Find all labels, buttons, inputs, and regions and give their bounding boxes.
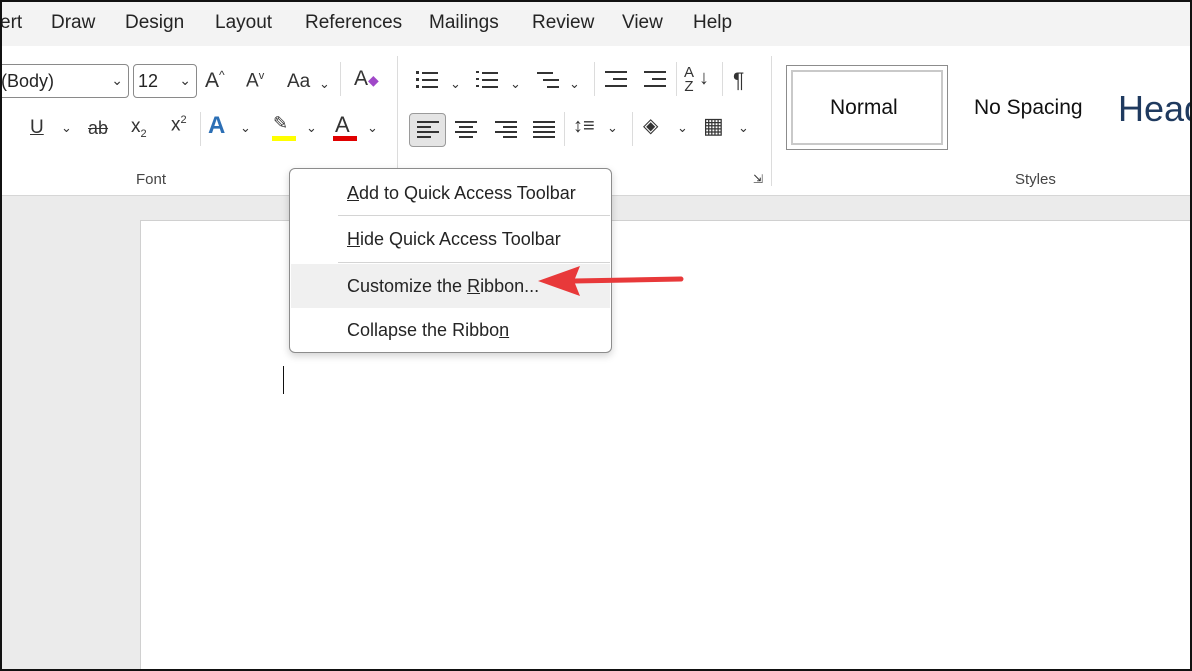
chevron-down-icon[interactable]: ⌄: [510, 76, 521, 92]
menu-item-add-to-quick-access-toolbar[interactable]: Add to Quick Access Toolbar: [291, 171, 610, 215]
sort-arrow-icon: ↓: [699, 67, 709, 89]
menu-item-label: Hide Quick Access Toolbar: [347, 229, 561, 249]
decrease-indent-icon[interactable]: [605, 70, 627, 88]
shading-icon[interactable]: ◈: [643, 116, 658, 136]
font-size-value: 12: [138, 71, 159, 91]
highlight-color-swatch: [272, 136, 296, 141]
paragraph-dialog-launcher-icon[interactable]: ⇲: [753, 173, 763, 185]
text-cursor: [283, 366, 284, 394]
separator: [340, 62, 341, 96]
line-spacing-icon[interactable]: ↕≡: [573, 116, 595, 136]
tab-mailings[interactable]: Mailings: [429, 12, 499, 34]
text-effects-icon[interactable]: A: [208, 114, 225, 138]
separator: [676, 62, 677, 96]
borders-icon[interactable]: ▦: [703, 115, 724, 137]
menu-item-label: Add to Quick Access Toolbar: [347, 183, 576, 203]
tab-review[interactable]: Review: [532, 12, 594, 34]
group-separator: [771, 56, 772, 186]
numbering-icon[interactable]: [476, 70, 498, 88]
styles-group-label: Styles: [1015, 171, 1056, 188]
align-center-icon[interactable]: [455, 121, 477, 139]
menu-item-label: Collapse the Ribbon: [347, 320, 510, 340]
grow-font-icon[interactable]: A^: [205, 69, 225, 91]
tab-view[interactable]: View: [622, 12, 663, 34]
change-case-icon[interactable]: Aa: [287, 72, 310, 91]
increase-indent-icon[interactable]: [644, 70, 666, 88]
group-separator: [397, 56, 398, 186]
superscript-icon[interactable]: x2: [171, 115, 187, 135]
chevron-down-icon[interactable]: ⌄: [450, 76, 461, 92]
style-heading[interactable]: Head: [1118, 88, 1192, 130]
justify-icon[interactable]: [533, 121, 555, 139]
font-color-swatch: [333, 136, 357, 141]
tab-design[interactable]: Design: [125, 12, 184, 34]
menu-item-collapse-the-ribbon[interactable]: Collapse the Ribbon: [291, 308, 610, 352]
font-size-dropdown[interactable]: 12 ⌄: [133, 64, 197, 98]
chevron-down-icon[interactable]: ⌄: [738, 120, 749, 136]
separator: [722, 62, 723, 96]
chevron-down-icon[interactable]: ⌄: [306, 120, 317, 136]
tab-help[interactable]: Help: [693, 12, 732, 34]
font-group-label: Font: [136, 171, 167, 188]
chevron-down-icon[interactable]: ⌄: [677, 120, 688, 136]
tab-draw[interactable]: Draw: [51, 12, 95, 34]
menu-divider: [338, 215, 610, 216]
multilevel-list-icon[interactable]: [537, 70, 559, 88]
chevron-down-icon[interactable]: ⌄: [607, 120, 618, 136]
italic-icon[interactable]: I: [0, 118, 1, 136]
align-left-icon: [417, 121, 439, 139]
tab-references[interactable]: References: [305, 12, 402, 34]
subscript-icon[interactable]: x2: [131, 117, 147, 140]
highlight-icon[interactable]: ✎: [273, 114, 288, 132]
font-name-value: (Body): [1, 71, 55, 91]
bullets-icon[interactable]: [416, 70, 438, 88]
menu-item-label: Customize the Ribbon...: [347, 276, 540, 296]
show-formatting-marks-icon[interactable]: ¶: [733, 70, 744, 91]
separator: [564, 112, 565, 146]
chevron-down-icon: ⌄: [111, 72, 123, 88]
ribbon-context-menu: Add to Quick Access Toolbar Hide Quick A…: [289, 168, 612, 353]
align-right-icon[interactable]: [495, 121, 517, 139]
clear-formatting-icon[interactable]: A◆: [354, 68, 379, 89]
underline-icon[interactable]: U: [30, 118, 44, 137]
strikethrough-icon[interactable]: ab: [88, 119, 108, 137]
menu-item-hide-quick-access-toolbar[interactable]: Hide Quick Access Toolbar: [291, 217, 610, 261]
chevron-down-icon[interactable]: ⌄: [569, 76, 580, 92]
font-color-icon[interactable]: A: [335, 114, 350, 136]
shrink-font-icon[interactable]: Av: [246, 71, 264, 91]
separator: [594, 62, 595, 96]
tab-layout[interactable]: Layout: [215, 12, 272, 34]
ribbon-tab-bar: ert Draw Design Layout References Mailin…: [0, 0, 1192, 46]
annotation-arrow-icon: [538, 266, 684, 296]
chevron-down-icon[interactable]: ⌄: [319, 76, 330, 92]
chevron-down-icon[interactable]: ⌄: [61, 120, 72, 136]
menu-divider: [338, 262, 610, 263]
chevron-down-icon: ⌄: [179, 72, 191, 88]
chevron-down-icon[interactable]: ⌄: [367, 120, 378, 136]
style-no-spacing[interactable]: No Spacing: [974, 96, 1083, 120]
style-normal-label: Normal: [830, 96, 898, 119]
chevron-down-icon[interactable]: ⌄: [240, 120, 251, 136]
separator: [200, 112, 201, 146]
separator: [632, 112, 633, 146]
sort-icon[interactable]: AZ: [684, 65, 694, 94]
font-name-dropdown[interactable]: (Body) ⌄: [0, 64, 129, 98]
tab-insert[interactable]: ert: [0, 12, 22, 34]
